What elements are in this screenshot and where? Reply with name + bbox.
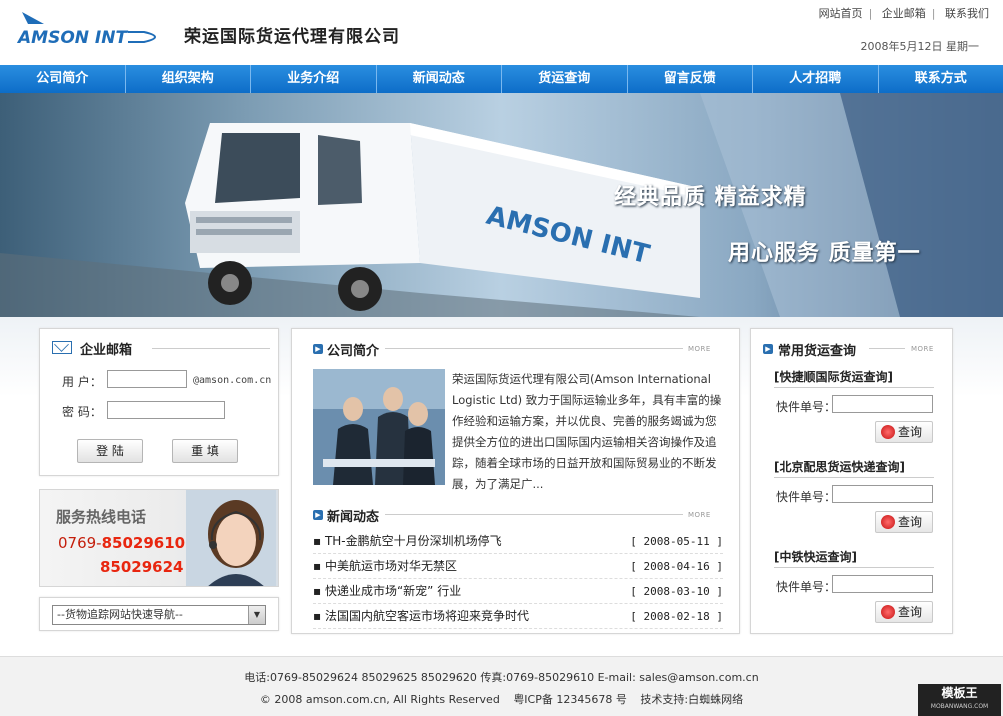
hero-banner: AMSON INT 经典品质 精益求精 用心服务 质量第一 <box>0 93 1003 317</box>
truck-illustration: AMSON INT <box>0 93 1003 317</box>
hotline-number-1: 0769-85029610 <box>58 534 185 552</box>
tracking-select-value: --货物追踪网站快速导航-- <box>57 608 183 621</box>
news-item-date: [ 2008-02-18 ] <box>630 610 723 623</box>
news-more-link[interactable]: MORE <box>688 511 711 519</box>
news-item-title[interactable]: ▪ TH-金鹏航空十月份深圳机场停飞 <box>313 529 502 553</box>
hotline-banner: 服务热线电话 0769-85029610 85029624 <box>39 489 279 587</box>
news-title: 新闻动态 <box>327 510 380 525</box>
query-label: 快件单号： <box>776 490 837 504</box>
nav-item-contact[interactable]: 联系方式 <box>879 65 1003 93</box>
hotline-title: 服务热线电话 <box>56 508 147 526</box>
hotline-number-2: 85029624 <box>100 558 184 576</box>
hotline-number-1-value: 85029610 <box>101 534 186 552</box>
news-item-title[interactable]: ▪ 法国国内航空客运市场将迎来竞争时代 <box>313 604 529 628</box>
news-item[interactable]: ▪ 中美航运市场对华无禁区 [ 2008-04-16 ] <box>313 554 723 579</box>
section-bullet-icon: ▶ <box>313 344 323 354</box>
query-section-heading: [快捷顺国际货运查询] <box>774 370 893 384</box>
query-button-3[interactable]: 查询 <box>875 601 933 623</box>
icp-number[interactable]: 粤ICP备 12345678 号 <box>513 693 627 706</box>
password-input[interactable] <box>107 401 225 419</box>
tracking-number-input-3[interactable] <box>832 575 933 593</box>
nav-item-news[interactable]: 新闻动态 <box>377 65 502 93</box>
banner-slogan-2: 用心服务 质量第一 <box>728 241 921 266</box>
user-label: 用 户： <box>62 375 102 389</box>
nav-item-feedback[interactable]: 留言反馈 <box>628 65 753 93</box>
main-content: 企业邮箱 用 户： @amson.com.cn 密 码： 登 陆 重 填 服务热… <box>0 317 1003 655</box>
intro-news-box: ▶ 公司简介 MORE 荣运国际货运代理有限公司(Amson Internati… <box>291 328 740 634</box>
copyright: © 2008 amson.com.cn, All Rights Reserved <box>259 693 500 706</box>
hotline-prefix: 0769- <box>58 534 102 552</box>
query-title: 常用货运查询 <box>778 344 857 359</box>
top-link-contact[interactable]: 联系我们 <box>945 7 989 20</box>
main-nav: 公司简介 组织架构 业务介绍 新闻动态 货运查询 留言反馈 人才招聘 联系方式 <box>0 65 1003 93</box>
login-button[interactable]: 登 陆 <box>77 439 143 463</box>
query-label: 快件单号： <box>776 580 837 594</box>
tracking-site-select[interactable]: --货物追踪网站快速导航-- ▼ <box>52 605 266 625</box>
nav-item-tracking[interactable]: 货运查询 <box>502 65 628 93</box>
site-header: AMSON INT 荣运国际货运代理有限公司 网站首页 | 企业邮箱 | 联系我们 … <box>0 0 1003 65</box>
news-item-title[interactable]: ▪ 中美航运市场对华无禁区 <box>313 554 457 578</box>
tracking-nav-box: --货物追踪网站快速导航-- ▼ <box>39 597 279 631</box>
mail-title: 企业邮箱 <box>80 343 133 358</box>
query-button-2[interactable]: 查询 <box>875 511 933 533</box>
tracking-number-input-2[interactable] <box>832 485 933 503</box>
top-link-mail[interactable]: 企业邮箱 <box>882 7 926 20</box>
news-list: ▪ TH-金鹏航空十月份深圳机场停飞 [ 2008-05-11 ] ▪ 中美航运市… <box>313 529 723 629</box>
top-link-home[interactable]: 网站首页 <box>819 7 863 20</box>
nav-item-about[interactable]: 公司简介 <box>0 65 126 93</box>
password-label: 密 码： <box>62 405 102 419</box>
nav-item-business[interactable]: 业务介绍 <box>251 65 377 93</box>
nav-item-jobs[interactable]: 人才招聘 <box>753 65 879 93</box>
watermark-url: MOBANWANG.COM <box>930 703 989 710</box>
news-item-date: [ 2008-05-11 ] <box>630 535 723 548</box>
reset-button[interactable]: 重 填 <box>172 439 238 463</box>
mail-domain: @amson.com.cn <box>193 375 272 386</box>
footer-copyright-line: © 2008 amson.com.cn, All Rights Reserved… <box>0 691 1003 707</box>
intro-more-link[interactable]: MORE <box>688 345 711 353</box>
tech-support[interactable]: 技术支持:白蜘蛛网络 <box>640 693 743 706</box>
nav-item-structure[interactable]: 组织架构 <box>126 65 251 93</box>
watermark-text: 模板王 <box>941 686 978 700</box>
query-section-heading: [北京配思货运快递查询] <box>774 460 905 474</box>
query-section-heading: [中铁快运查询] <box>774 550 857 564</box>
banner-slogan-1: 经典品质 精益求精 <box>614 185 807 210</box>
watermark-logo: 模板王 MOBANWANG.COM <box>918 684 1001 716</box>
news-item[interactable]: ▪ 快递业成市场“新宠” 行业 [ 2008-03-10 ] <box>313 579 723 604</box>
search-icon <box>881 515 895 529</box>
dropdown-arrow-icon[interactable]: ▼ <box>248 606 265 624</box>
corporate-mail-box: 企业邮箱 用 户： @amson.com.cn 密 码： 登 陆 重 填 <box>39 328 279 476</box>
current-date: 2008年5月12日 星期一 <box>860 40 980 53</box>
service-agent-photo <box>186 490 276 586</box>
envelope-icon <box>52 341 72 354</box>
query-label: 快件单号： <box>776 400 837 414</box>
footer-contact: 电话:0769-85029624 85029625 85029620 传真:07… <box>244 671 759 684</box>
news-item-date: [ 2008-04-16 ] <box>630 560 723 573</box>
freight-query-box: ▶ 常用货运查询 MORE [快捷顺国际货运查询] 快件单号： 查询 [北京配思… <box>750 328 953 634</box>
logo-text: AMSON INT <box>16 28 128 48</box>
intro-title: 公司简介 <box>327 344 380 359</box>
search-icon <box>881 425 895 439</box>
section-bullet-icon: ▶ <box>763 344 773 354</box>
company-name: 荣运国际货运代理有限公司 <box>184 27 400 47</box>
tracking-number-input-1[interactable] <box>832 395 933 413</box>
amson-logo[interactable]: AMSON INT <box>16 10 168 52</box>
query-button-1[interactable]: 查询 <box>875 421 933 443</box>
username-input[interactable] <box>107 370 187 388</box>
news-item-date: [ 2008-03-10 ] <box>630 585 723 598</box>
section-bullet-icon: ▶ <box>313 510 323 520</box>
news-item[interactable]: ▪ TH-金鹏航空十月份深圳机场停飞 [ 2008-05-11 ] <box>313 529 723 554</box>
site-footer: 电话:0769-85029624 85029625 85029620 传真:07… <box>0 656 1003 716</box>
news-item-title[interactable]: ▪ 快递业成市场“新宠” 行业 <box>313 579 461 603</box>
business-meeting-photo <box>313 369 445 485</box>
query-more-link[interactable]: MORE <box>911 345 934 353</box>
top-links: 网站首页 | 企业邮箱 | 联系我们 <box>818 7 989 20</box>
intro-text: 荣运国际货运代理有限公司(Amson International Logisti… <box>452 372 722 491</box>
news-item[interactable]: ▪ 法国国内航空客运市场将迎来竞争时代 [ 2008-02-18 ] <box>313 604 723 629</box>
search-icon <box>881 605 895 619</box>
